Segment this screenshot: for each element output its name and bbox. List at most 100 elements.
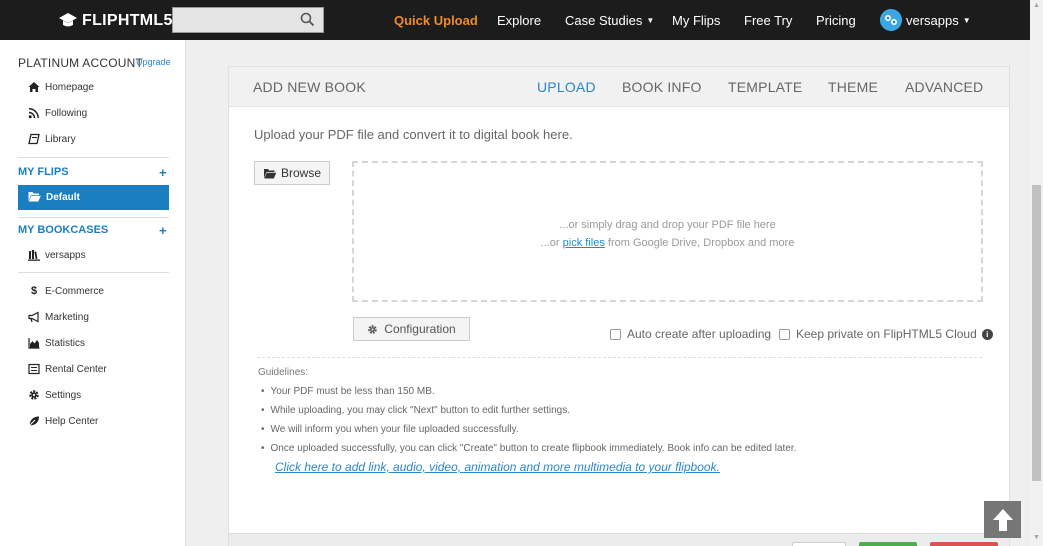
search-icon[interactable] [300, 12, 315, 27]
sidebar-item-statistics[interactable]: Statistics [28, 335, 85, 351]
sidebar-item-marketing[interactable]: Marketing [28, 309, 89, 325]
tab-book-info[interactable]: BOOK INFO [622, 79, 702, 95]
dropzone-prefix: ...or [540, 237, 563, 249]
sidebar-item-help-center[interactable]: Help Center [28, 413, 98, 429]
sidebar-item-label: Library [45, 133, 76, 145]
keep-private-checkbox[interactable]: Keep private on FlipHTML5 Cloud i [779, 327, 993, 341]
pdf-dropzone[interactable]: ...or simply drag and drop your PDF file… [352, 161, 983, 302]
back-to-top-button[interactable] [984, 501, 1021, 538]
checkbox-box[interactable] [610, 328, 621, 340]
keep-private-label: Keep private on FlipHTML5 Cloud [796, 327, 977, 341]
auto-create-label: Auto create after uploading [627, 327, 772, 341]
page-title: ADD NEW BOOK [253, 79, 366, 95]
divider [18, 272, 169, 273]
auto-create-checkbox[interactable]: Auto create after uploading [610, 327, 771, 341]
upload-panel: ADD NEW BOOK UPLOAD BOOK INFO TEMPLATE T… [228, 66, 1010, 546]
home-icon [28, 81, 40, 93]
account-type: PLATINUM ACCOUNT [18, 56, 143, 70]
sidebar-item-label: Homepage [45, 81, 94, 93]
sidebar-item-label: Marketing [45, 311, 89, 323]
nav-case-studies-label: Case Studies [565, 12, 643, 28]
guideline-item: Your PDF must be less than 150 MB. [261, 386, 435, 397]
book-icon [28, 133, 40, 145]
sidebar-item-label: versapps [45, 249, 86, 261]
gear-icon [28, 389, 40, 401]
guideline-item: We will inform you when your file upload… [261, 424, 519, 435]
sidebar-item-library[interactable]: Library [28, 131, 76, 147]
configuration-label: Configuration [384, 322, 456, 336]
sidebar-item-rental-center[interactable]: Rental Center [28, 361, 107, 377]
info-icon[interactable]: i [981, 328, 993, 340]
guideline-item: While uploading, you may click "Next" bu… [261, 405, 570, 416]
user-avatar-icon [880, 9, 902, 31]
my-flips-heading[interactable]: MY FLIPS [18, 166, 69, 178]
browse-label: Browse [280, 166, 321, 180]
dropzone-cloud-line: ...or pick files from Google Drive, Drop… [354, 237, 981, 249]
sidebar-item-label: E-Commerce [45, 285, 104, 297]
dropzone-suffix: from Google Drive, Dropbox and more [604, 237, 795, 249]
nav-explore[interactable]: Explore [497, 0, 541, 40]
chevron-down-icon: ▼ [646, 15, 655, 25]
guideline-item: Once uploaded successfully, you can clic… [261, 443, 797, 454]
sidebar-item-label: Default [46, 192, 80, 203]
add-bookcase-icon[interactable]: + [159, 223, 167, 238]
sidebar-item-label: Rental Center [45, 363, 107, 375]
scroll-down-icon[interactable]: ▼ [1030, 534, 1043, 541]
checkbox-box[interactable] [779, 328, 790, 340]
dropzone-text: ...or simply drag and drop your PDF file… [559, 219, 776, 231]
scrollbar-thumb[interactable] [1032, 185, 1041, 481]
my-bookcases-heading[interactable]: MY BOOKCASES [18, 224, 108, 236]
upgrade-link[interactable]: Upgrade [136, 57, 171, 67]
scroll-up-icon[interactable]: ▲ [1030, 2, 1043, 9]
list-icon [28, 363, 40, 375]
sidebar-item-settings[interactable]: Settings [28, 387, 81, 403]
nav-case-studies[interactable]: Case Studies ▼ [565, 0, 654, 40]
browse-button[interactable]: Browse [254, 161, 330, 185]
add-flip-icon[interactable]: + [159, 165, 167, 180]
sidebar-item-bookcase[interactable]: versapps [28, 247, 86, 263]
tab-advanced[interactable]: ADVANCED [905, 79, 983, 95]
area-chart-icon [28, 337, 40, 349]
gear-icon [368, 324, 378, 334]
panel-footer [229, 533, 1009, 546]
top-navbar: FLIPHTML5 Quick Upload Explore Case Stud… [0, 0, 1030, 40]
configuration-button[interactable]: Configuration [353, 317, 470, 341]
sidebar-item-label: Statistics [45, 337, 86, 349]
nav-my-flips[interactable]: My Flips [672, 0, 720, 40]
sidebar-item-label: Following [45, 107, 88, 119]
footer-button[interactable] [792, 542, 846, 546]
vertical-scrollbar[interactable]: ▲ ▼ [1030, 0, 1043, 546]
pick-files-link[interactable]: pick files [563, 237, 605, 249]
guidelines-heading: Guidelines: [258, 367, 309, 378]
megaphone-icon [28, 311, 40, 323]
tab-upload[interactable]: UPLOAD [537, 79, 596, 95]
tab-theme[interactable]: THEME [828, 79, 878, 95]
multimedia-link[interactable]: Click here to add link, audio, video, an… [275, 460, 720, 474]
dollar-icon: $ [30, 285, 38, 297]
avatar[interactable] [880, 9, 902, 31]
user-menu[interactable]: versapps ▼ [906, 0, 971, 40]
logo-text: FLIPHTML5 [82, 12, 173, 29]
arrow-up-icon [992, 508, 1013, 531]
leaf-icon [28, 415, 40, 427]
sidebar: PLATINUM ACCOUNT Upgrade Homepage Follow… [0, 40, 186, 546]
sidebar-item-ecommerce[interactable]: $ E-Commerce [28, 283, 104, 299]
search-input[interactable] [172, 7, 324, 33]
nav-free-try[interactable]: Free Try [744, 0, 792, 40]
sidebar-item-following[interactable]: Following [28, 105, 87, 121]
fliphtml5-logo[interactable]: FLIPHTML5 [58, 10, 173, 32]
divider [18, 217, 169, 218]
footer-button[interactable] [859, 542, 917, 546]
nav-quick-upload[interactable]: Quick Upload [394, 0, 478, 40]
sidebar-item-default[interactable]: Default [18, 185, 169, 210]
sidebar-item-label: Settings [45, 389, 82, 401]
chevron-down-icon: ▼ [962, 15, 971, 25]
sidebar-item-homepage[interactable]: Homepage [28, 79, 94, 95]
folder-open-icon [28, 191, 41, 205]
folder-open-icon [263, 168, 277, 178]
nav-pricing[interactable]: Pricing [816, 0, 856, 40]
tab-template[interactable]: TEMPLATE [728, 79, 802, 95]
divider [257, 357, 982, 358]
footer-button[interactable] [930, 542, 998, 546]
rss-icon [28, 107, 40, 119]
